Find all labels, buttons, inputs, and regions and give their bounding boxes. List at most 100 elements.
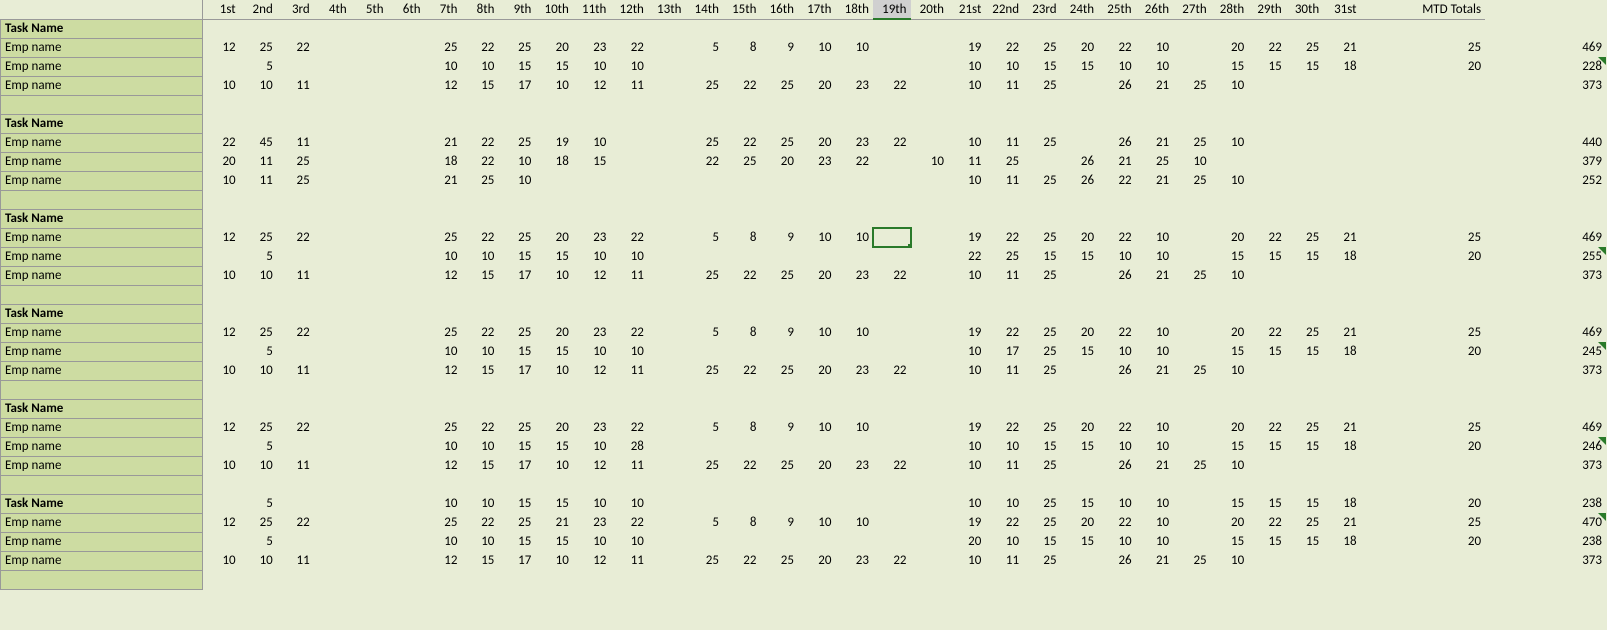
data-cell[interactable]: 5 bbox=[240, 494, 277, 513]
data-cell[interactable]: 15 bbox=[1211, 57, 1249, 76]
data-cell[interactable] bbox=[203, 380, 240, 399]
data-cell[interactable] bbox=[573, 209, 611, 228]
data-cell[interactable]: 10 bbox=[985, 494, 1023, 513]
data-cell[interactable] bbox=[351, 171, 388, 190]
data-cell[interactable] bbox=[1061, 456, 1099, 475]
data-cell[interactable] bbox=[873, 247, 911, 266]
data-cell[interactable] bbox=[1061, 19, 1099, 38]
data-cell[interactable] bbox=[573, 399, 611, 418]
data-cell[interactable]: 11 bbox=[277, 133, 314, 152]
data-cell[interactable]: 22 bbox=[835, 152, 873, 171]
data-cell[interactable]: 10 bbox=[535, 456, 573, 475]
data-cell[interactable]: 22 bbox=[1098, 323, 1136, 342]
emp-name-cell[interactable]: Emp name bbox=[1, 323, 203, 342]
emp-name-cell[interactable]: Emp name bbox=[1, 513, 203, 532]
col-header[interactable]: 2nd bbox=[240, 0, 277, 19]
data-cell[interactable]: 15 bbox=[1061, 247, 1099, 266]
data-cell[interactable] bbox=[1136, 19, 1174, 38]
data-cell[interactable] bbox=[835, 247, 873, 266]
data-cell[interactable] bbox=[573, 95, 611, 114]
emp-name-cell[interactable]: Emp name bbox=[1, 418, 203, 437]
data-cell[interactable] bbox=[648, 76, 686, 95]
data-cell[interactable] bbox=[985, 209, 1023, 228]
emp-name-cell[interactable]: Emp name bbox=[1, 133, 203, 152]
data-cell[interactable]: 15 bbox=[1061, 57, 1099, 76]
data-cell[interactable]: 15 bbox=[1286, 532, 1324, 551]
data-cell[interactable] bbox=[1061, 266, 1099, 285]
data-cell[interactable] bbox=[1173, 399, 1211, 418]
data-cell[interactable] bbox=[314, 361, 351, 380]
data-cell[interactable] bbox=[1323, 133, 1360, 152]
data-cell[interactable] bbox=[425, 190, 462, 209]
data-cell[interactable]: 20 bbox=[1211, 323, 1249, 342]
data-cell[interactable]: 18 bbox=[1323, 532, 1360, 551]
data-cell[interactable]: 10 bbox=[1136, 418, 1174, 437]
data-cell[interactable]: 21 bbox=[425, 171, 462, 190]
data-cell[interactable]: 15 bbox=[1061, 342, 1099, 361]
data-cell[interactable] bbox=[1023, 152, 1061, 171]
data-cell[interactable]: 19 bbox=[948, 38, 985, 57]
data-cell[interactable]: 25 bbox=[1023, 266, 1061, 285]
data-cell[interactable] bbox=[873, 228, 911, 247]
data-cell[interactable] bbox=[351, 361, 388, 380]
data-cell[interactable]: 25 bbox=[1023, 323, 1061, 342]
col-header[interactable]: 21st bbox=[948, 0, 985, 19]
data-cell[interactable] bbox=[1023, 209, 1061, 228]
col-header[interactable]: 18th bbox=[835, 0, 873, 19]
data-cell[interactable]: 20 bbox=[1361, 57, 1486, 76]
data-cell[interactable]: 20 bbox=[760, 152, 798, 171]
data-cell[interactable]: 10 bbox=[240, 456, 277, 475]
data-cell[interactable]: 10 bbox=[535, 551, 573, 570]
data-cell[interactable] bbox=[1136, 95, 1174, 114]
data-cell[interactable]: 25 bbox=[425, 323, 462, 342]
data-cell[interactable] bbox=[498, 190, 535, 209]
data-cell[interactable] bbox=[314, 380, 351, 399]
data-cell[interactable]: 15 bbox=[535, 437, 573, 456]
data-cell[interactable]: 11 bbox=[985, 551, 1023, 570]
data-cell[interactable] bbox=[1286, 266, 1324, 285]
blank-label-cell[interactable] bbox=[1, 285, 203, 304]
data-cell[interactable] bbox=[1286, 95, 1324, 114]
data-cell[interactable]: 20 bbox=[1211, 228, 1249, 247]
data-cell[interactable] bbox=[723, 247, 761, 266]
data-cell[interactable] bbox=[1023, 19, 1061, 38]
data-cell[interactable]: 18 bbox=[1323, 57, 1360, 76]
data-cell[interactable] bbox=[425, 95, 462, 114]
data-cell[interactable]: 10 bbox=[1173, 152, 1211, 171]
data-cell[interactable] bbox=[461, 190, 498, 209]
data-cell[interactable] bbox=[277, 285, 314, 304]
data-cell[interactable]: 26 bbox=[1098, 76, 1136, 95]
data-cell[interactable] bbox=[873, 304, 911, 323]
data-cell[interactable] bbox=[1323, 285, 1360, 304]
data-cell[interactable] bbox=[388, 76, 425, 95]
data-cell[interactable]: 12 bbox=[203, 38, 240, 57]
data-cell[interactable]: 22 bbox=[948, 247, 985, 266]
data-cell[interactable] bbox=[911, 266, 949, 285]
data-cell[interactable] bbox=[911, 171, 949, 190]
data-cell[interactable] bbox=[685, 380, 723, 399]
data-cell[interactable] bbox=[277, 95, 314, 114]
data-cell[interactable]: 10 bbox=[573, 247, 611, 266]
data-cell[interactable] bbox=[873, 418, 911, 437]
data-cell[interactable] bbox=[873, 494, 911, 513]
data-cell[interactable]: 10 bbox=[798, 513, 836, 532]
data-cell[interactable] bbox=[1248, 95, 1286, 114]
data-cell[interactable] bbox=[835, 95, 873, 114]
data-cell[interactable] bbox=[314, 190, 351, 209]
data-cell[interactable] bbox=[277, 19, 314, 38]
data-cell[interactable] bbox=[948, 190, 985, 209]
emp-name-cell[interactable]: Emp name bbox=[1, 342, 203, 361]
col-header[interactable]: 22nd bbox=[985, 0, 1023, 19]
data-cell[interactable] bbox=[1361, 361, 1486, 380]
data-cell[interactable] bbox=[648, 437, 686, 456]
data-cell[interactable]: 15 bbox=[1248, 342, 1286, 361]
data-cell[interactable] bbox=[277, 57, 314, 76]
data-cell[interactable] bbox=[1211, 209, 1249, 228]
data-cell[interactable] bbox=[798, 304, 836, 323]
data-cell[interactable] bbox=[425, 209, 462, 228]
data-cell[interactable] bbox=[911, 133, 949, 152]
data-cell[interactable]: 10 bbox=[835, 418, 873, 437]
data-cell[interactable] bbox=[798, 570, 836, 589]
data-cell[interactable] bbox=[277, 304, 314, 323]
data-cell[interactable]: 21 bbox=[1323, 513, 1360, 532]
